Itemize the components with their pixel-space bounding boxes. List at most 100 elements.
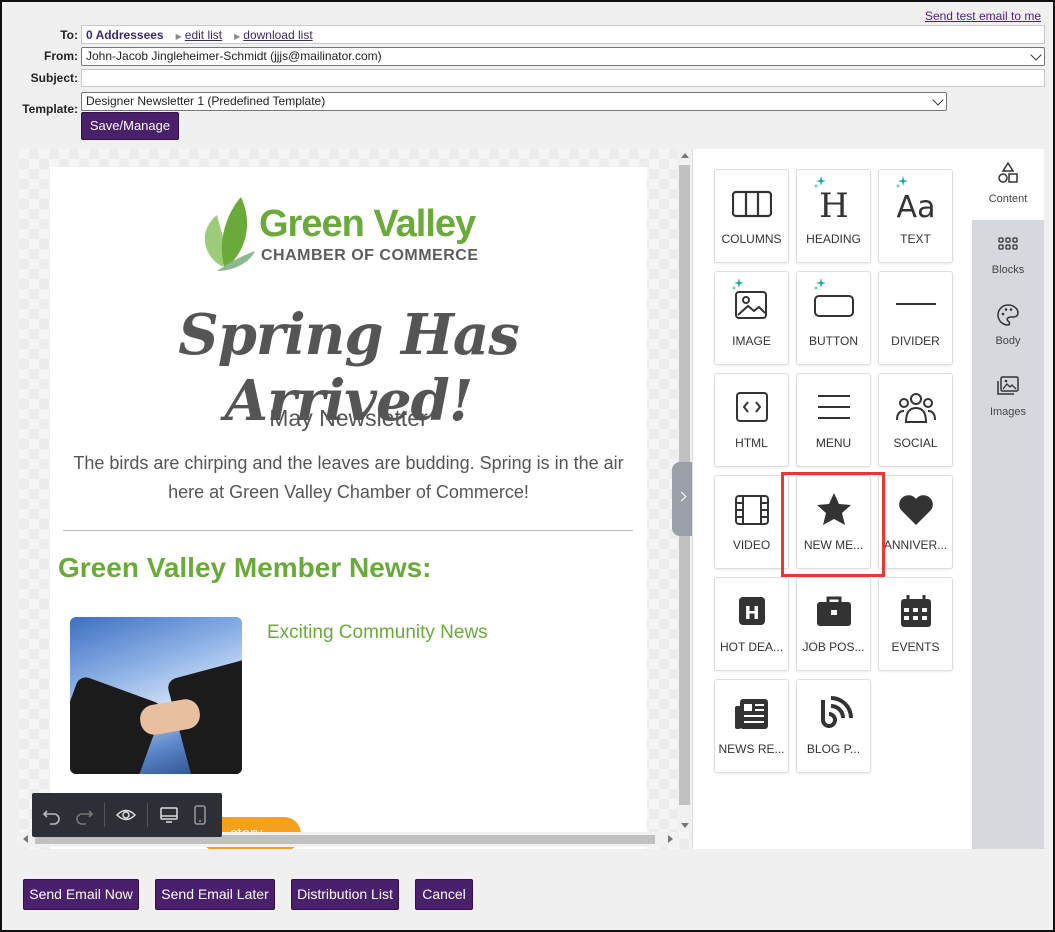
- scroll-right-arrow-icon[interactable]: [668, 835, 673, 843]
- tile-columns[interactable]: COLUMNS: [714, 169, 789, 263]
- tile-social[interactable]: SOCIAL: [878, 373, 953, 467]
- tab-images[interactable]: Images: [972, 362, 1044, 433]
- menu-icon: [818, 395, 850, 419]
- send-test-email-link[interactable]: Send test email to me: [925, 9, 1041, 23]
- divider-icon: [896, 303, 936, 305]
- tile-hot-deals[interactable]: H HOT DEA...: [714, 577, 789, 671]
- tile-job-postings[interactable]: JOB POS...: [796, 577, 871, 671]
- subject-input[interactable]: [81, 69, 1045, 87]
- cancel-button[interactable]: Cancel: [415, 879, 473, 910]
- email-canvas[interactable]: Green Valley CHAMBER OF COMMERCE Spring …: [19, 149, 692, 849]
- desktop-view-icon[interactable]: [159, 805, 179, 825]
- shapes-icon: [998, 161, 1018, 183]
- editor-toolbar: [32, 793, 222, 837]
- svg-text:H: H: [744, 603, 759, 624]
- preview-eye-icon[interactable]: [116, 805, 136, 825]
- content-panel: COLUMNS H HEADING Aa TEXT IMAGE BUTTON D…: [692, 149, 972, 849]
- from-select[interactable]: John-Jacob Jingleheimer-Schmidt (jjjs@ma…: [81, 47, 1045, 66]
- tab-label: Body: [995, 335, 1021, 347]
- chevron-down-icon: [932, 94, 944, 106]
- tile-news-releases[interactable]: NEWS RE...: [714, 679, 789, 773]
- newspaper-icon: [735, 699, 768, 729]
- send-email-later-button[interactable]: Send Email Later: [155, 879, 275, 910]
- scroll-down-arrow-icon[interactable]: [681, 823, 689, 828]
- tile-menu[interactable]: MENU: [796, 373, 871, 467]
- columns-icon: [732, 190, 772, 218]
- scroll-left-arrow-icon[interactable]: [23, 835, 28, 843]
- intro-text[interactable]: The birds are chirping and the leaves ar…: [65, 449, 632, 507]
- tile-label: BUTTON: [808, 334, 859, 348]
- edit-list-link[interactable]: edit list: [185, 28, 222, 42]
- tile-label: VIDEO: [732, 538, 771, 552]
- tile-heading[interactable]: H HEADING: [796, 169, 871, 263]
- newsletter-subtitle[interactable]: May Newsletter: [50, 405, 647, 432]
- tile-button[interactable]: BUTTON: [796, 271, 871, 365]
- tile-events[interactable]: EVENTS: [878, 577, 953, 671]
- tile-blog-posts[interactable]: BLOG P...: [796, 679, 871, 773]
- section-heading[interactable]: Green Valley Member News:: [58, 552, 432, 584]
- chevron-down-icon: [1030, 49, 1042, 61]
- triangle-right-icon: ▶: [234, 32, 241, 41]
- palette-icon: [997, 304, 1019, 326]
- template-select[interactable]: Designer Newsletter 1 (Predefined Templa…: [81, 92, 947, 111]
- tile-label: HTML: [735, 436, 768, 450]
- to-label: To:: [60, 28, 78, 42]
- sparkle-icon: [814, 278, 826, 290]
- tab-body[interactable]: Body: [972, 291, 1044, 362]
- tile-label: EVENTS: [891, 640, 940, 654]
- send-email-now-button[interactable]: Send Email Now: [23, 879, 139, 910]
- tab-label: Images: [989, 406, 1027, 418]
- handshake-image[interactable]: [70, 617, 242, 774]
- undo-icon[interactable]: [42, 805, 62, 825]
- distribution-list-button[interactable]: Distribution List: [291, 879, 399, 910]
- chevron-right-icon: [676, 491, 687, 502]
- image-icon: [735, 291, 767, 319]
- tab-blocks[interactable]: Blocks: [972, 220, 1044, 291]
- tile-divider[interactable]: DIVIDER: [878, 271, 953, 365]
- collapse-panel-button[interactable]: [672, 462, 692, 536]
- tile-anniversaries[interactable]: ANNIVER...: [878, 475, 953, 569]
- tile-image[interactable]: IMAGE: [714, 271, 789, 365]
- scroll-up-arrow-icon[interactable]: [681, 153, 689, 158]
- tile-label: TEXT: [900, 232, 931, 246]
- from-value: John-Jacob Jingleheimer-Schmidt (jjjs@ma…: [86, 49, 382, 63]
- tile-label: BLOG P...: [806, 742, 861, 756]
- email-body: Green Valley CHAMBER OF COMMERCE Spring …: [50, 167, 647, 849]
- selection-highlight: [781, 472, 885, 577]
- sparkle-icon: [814, 176, 826, 188]
- hot-deals-icon: H: [739, 597, 765, 625]
- tile-label: MENU: [815, 436, 852, 450]
- leaf-logo-icon: [204, 197, 255, 271]
- heart-icon: [899, 495, 933, 525]
- tile-label: JOB POS...: [802, 640, 865, 654]
- download-list-link[interactable]: download list: [243, 28, 312, 42]
- html-icon: [736, 392, 768, 422]
- save-manage-button[interactable]: Save/Manage: [81, 112, 179, 140]
- svg-text:H: H: [819, 186, 849, 222]
- tile-html[interactable]: HTML: [714, 373, 789, 467]
- email-editor: Green Valley CHAMBER OF COMMERCE Spring …: [19, 149, 1044, 849]
- logo-subtitle: CHAMBER OF COMMERCE: [261, 247, 479, 264]
- tile-text[interactable]: Aa TEXT: [878, 169, 953, 263]
- tile-video[interactable]: VIDEO: [714, 475, 789, 569]
- addressee-count: 0 Addressees: [86, 28, 164, 42]
- logo: Green Valley CHAMBER OF COMMERCE: [195, 195, 515, 275]
- subject-label: Subject:: [30, 71, 78, 85]
- story-title[interactable]: Exciting Community News: [267, 622, 488, 644]
- briefcase-icon: [817, 596, 851, 626]
- redo-icon[interactable]: [74, 805, 94, 825]
- divider: [63, 530, 633, 531]
- template-value: Designer Newsletter 1 (Predefined Templa…: [86, 94, 326, 108]
- text-icon: Aa: [897, 190, 936, 222]
- tile-label: HEADING: [806, 232, 861, 246]
- sparkle-icon: [896, 176, 908, 188]
- mobile-view-icon[interactable]: [190, 805, 210, 825]
- video-icon: [735, 495, 769, 525]
- calendar-icon: [901, 595, 931, 627]
- to-field: 0 Addressees ▶ edit list ▶ download list: [81, 25, 1045, 44]
- tile-label: DIVIDER: [891, 334, 940, 348]
- triangle-right-icon: ▶: [175, 32, 182, 41]
- tab-content[interactable]: Content: [972, 149, 1044, 220]
- grid-icon: [998, 237, 1018, 250]
- from-label: From:: [44, 49, 78, 63]
